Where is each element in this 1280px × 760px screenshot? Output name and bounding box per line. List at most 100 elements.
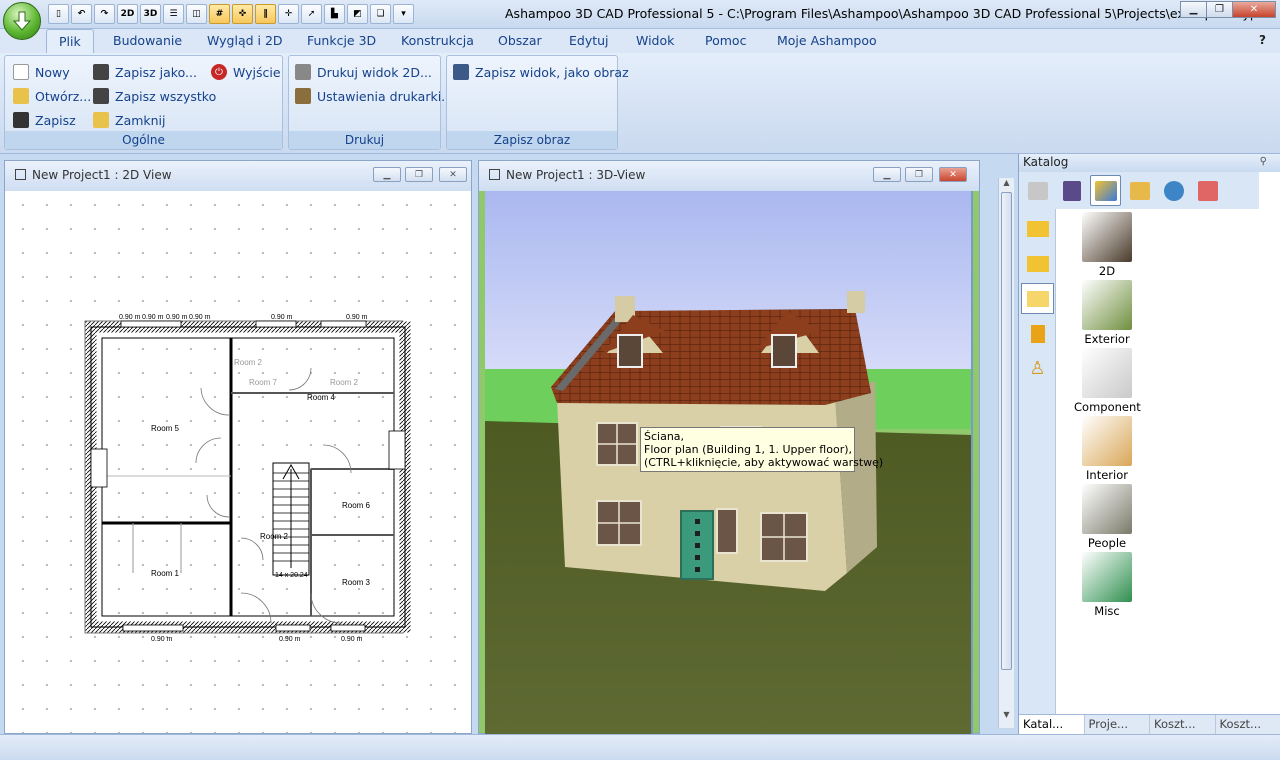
window-title: Ashampoo 3D CAD Professional 5 - C:\Prog…	[505, 6, 1258, 21]
grid-icon[interactable]: #	[209, 4, 230, 24]
catalog-thumb-interior	[1082, 416, 1132, 466]
pointer-icon[interactable]: ➚	[301, 4, 322, 24]
catalog-doors-icon[interactable]	[1056, 175, 1087, 206]
scroll-thumb[interactable]	[1001, 192, 1012, 670]
tab-pomoc[interactable]: Pomoc	[705, 33, 746, 48]
measure-icon[interactable]: ◩	[347, 4, 368, 24]
tab-moje-ashampoo[interactable]: Moje Ashampoo	[777, 33, 877, 48]
open-button[interactable]: Otwórz...	[13, 88, 91, 104]
3d-viewport[interactable]: Ściana, Floor plan (Building 1, 1. Upper…	[485, 191, 973, 735]
room-label[interactable]: Room 1	[151, 569, 180, 578]
crosshair-icon[interactable]: ✛	[278, 4, 299, 24]
tab-plik[interactable]: Plik	[46, 29, 94, 54]
exit-button[interactable]: ⏻ Wyjście	[211, 64, 281, 80]
redo-icon[interactable]: ↷	[94, 4, 115, 24]
view-3d-close-button[interactable]: ✕	[939, 167, 967, 182]
room-label[interactable]: Room 2	[234, 358, 263, 367]
view-3d-minimize-button[interactable]: ▁	[873, 167, 901, 182]
room-label[interactable]: Room 6	[342, 501, 371, 510]
room-label[interactable]: Room 3	[342, 578, 371, 587]
catalog-thumb-component	[1082, 348, 1132, 398]
catalog-user-icon[interactable]	[1192, 175, 1223, 206]
catalog-tabs: Katal... Proje... Koszt... Koszt...	[1019, 714, 1280, 734]
workspace-scrollbar[interactable]: ▲ ▼	[998, 178, 1014, 728]
new-file-icon[interactable]: ▯	[48, 4, 69, 24]
scroll-up-arrow-icon[interactable]: ▲	[999, 178, 1014, 190]
catalog-thumb-2d	[1082, 212, 1132, 262]
tab-wyglad-2d[interactable]: Wygląd i 2D	[207, 33, 283, 48]
tab-catalog[interactable]: Katal...	[1019, 715, 1085, 734]
folder-open-icon[interactable]	[1021, 283, 1054, 314]
tab-konstrukcja[interactable]: Konstrukcja	[401, 33, 474, 48]
customize-dropdown-icon[interactable]: ▾	[393, 4, 414, 24]
catalog-thumb-exterior	[1082, 280, 1132, 330]
close-button[interactable]: ✕	[1232, 1, 1276, 18]
undo-icon[interactable]: ↶	[71, 4, 92, 24]
tab-costs-2[interactable]: Koszt...	[1216, 715, 1280, 734]
close-project-button[interactable]: Zamknij	[93, 112, 166, 128]
view-3d-titlebar: New Project1 : 3D-View	[479, 161, 979, 191]
catalog-item-component[interactable]: Component	[1074, 348, 1141, 414]
catalog-item-label: Component	[1074, 400, 1141, 414]
view-2d-button[interactable]: 2D	[117, 4, 138, 24]
app-menu-button[interactable]	[3, 2, 41, 40]
room-label[interactable]: Room 2	[330, 378, 359, 387]
save-as-button[interactable]: Zapisz jako...	[93, 64, 197, 80]
new-label: Nowy	[35, 64, 70, 80]
wall-tool-icon[interactable]: ▙	[324, 4, 345, 24]
minimize-button[interactable]: ▁	[1180, 1, 1207, 18]
save-as-icon	[93, 64, 109, 80]
catalog-item-label: 2D	[1098, 264, 1116, 278]
room-label[interactable]: Room 4	[307, 393, 336, 402]
room-label[interactable]: Room 2	[260, 532, 289, 541]
maximize-button[interactable]: ❐	[1206, 1, 1233, 18]
folder-icon[interactable]	[1021, 248, 1054, 279]
tab-budowanie[interactable]: Budowanie	[113, 33, 182, 48]
room-label[interactable]: Room 5	[151, 424, 180, 433]
help-icon[interactable]: ?	[1259, 33, 1266, 47]
tab-costs[interactable]: Koszt...	[1150, 715, 1216, 734]
tab-funkcje-3d[interactable]: Funkcje 3D	[307, 33, 376, 48]
save-all-label: Zapisz wszystko	[115, 88, 217, 104]
view-2d-maximize-button[interactable]: ❐	[405, 167, 433, 182]
catalog-item-exterior[interactable]: Exterior	[1074, 280, 1140, 346]
folder-icon[interactable]	[1021, 213, 1054, 244]
catalog-item-people[interactable]: People	[1074, 484, 1140, 550]
save-all-button[interactable]: Zapisz wszystko	[93, 88, 216, 104]
pin-icon[interactable]: ⚲	[1260, 156, 1267, 167]
room-label[interactable]: Room 7	[249, 378, 278, 387]
view-2d-close-button[interactable]: ✕	[439, 167, 467, 182]
scroll-down-arrow-icon[interactable]: ▼	[999, 710, 1014, 722]
save-button[interactable]: Zapisz	[13, 112, 76, 128]
catalog-walls-icon[interactable]	[1022, 175, 1053, 206]
catalog-item-2d[interactable]: 2D	[1074, 212, 1140, 278]
catalog-sidebar: ♙	[1019, 209, 1056, 714]
tab-obszar[interactable]: Obszar	[498, 33, 542, 48]
catalog-globe-icon[interactable]	[1158, 175, 1189, 206]
catalog-item-label: Exterior	[1084, 332, 1130, 346]
catalog-item-interior[interactable]: Interior	[1074, 416, 1140, 482]
tab-edytuj[interactable]: Edytuj	[569, 33, 609, 48]
catalog-objects-icon[interactable]	[1090, 175, 1121, 206]
print-view-button[interactable]: Drukuj widok 2D...	[295, 64, 432, 80]
save-view-image-button[interactable]: Zapisz widok, jako obraz	[453, 64, 629, 80]
view-2d-minimize-button[interactable]: ▁	[373, 167, 401, 182]
printer-settings-button[interactable]: Ustawienia drukarki...	[295, 88, 453, 104]
catalog-item-misc[interactable]: Misc	[1074, 552, 1140, 618]
view-3d-maximize-button[interactable]: ❐	[905, 167, 933, 182]
stairs-label: 14 x 20.24	[275, 572, 308, 579]
tab-project[interactable]: Proje...	[1085, 715, 1150, 734]
catalog-materials-icon[interactable]	[1124, 175, 1155, 206]
horizontal-split-icon[interactable]: ☰	[163, 4, 184, 24]
view-3d-button[interactable]: 3D	[140, 4, 161, 24]
catalog-thumb-misc	[1082, 552, 1132, 602]
book-icon[interactable]	[1021, 318, 1054, 349]
tab-widok[interactable]: Widok	[636, 33, 674, 48]
new-button[interactable]: Nowy	[13, 64, 70, 80]
vertical-split-icon[interactable]: ◫	[186, 4, 207, 24]
guides-icon[interactable]: ‖	[255, 4, 276, 24]
copy-icon[interactable]: ❏	[370, 4, 391, 24]
snap-cursor-icon[interactable]: ✜	[232, 4, 253, 24]
floor-plan-canvas[interactable]: Room 5 Room 1 Room 2 Room 3 Room 4 Room …	[11, 193, 467, 733]
person-icon[interactable]: ♙	[1021, 353, 1054, 384]
